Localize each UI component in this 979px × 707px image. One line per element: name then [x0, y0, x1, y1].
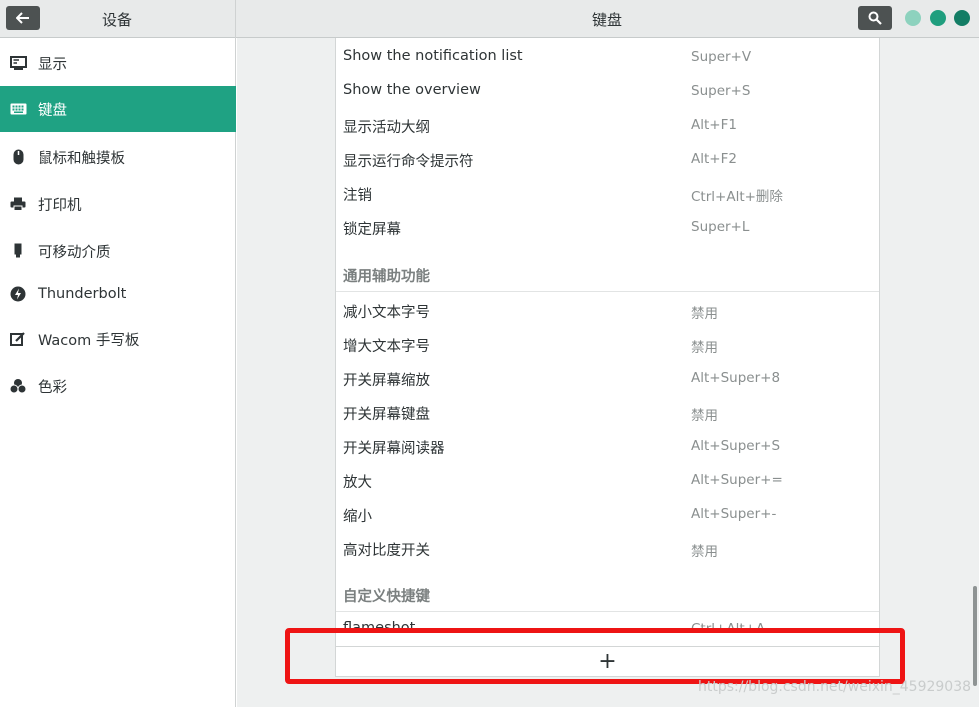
divider [336, 611, 879, 612]
main-content: Show the notification list Super+V Show … [237, 38, 979, 707]
display-icon [9, 54, 27, 72]
header-left: 设备 [0, 0, 236, 38]
shortcut-accel: 禁用 [691, 306, 718, 322]
shortcut-row[interactable]: 增大文本字号 禁用 [336, 327, 879, 361]
search-button[interactable] [858, 6, 892, 30]
shortcut-name: 缩小 [343, 509, 372, 525]
shortcut-row[interactable]: 显示运行命令提示符 Alt+F2 [336, 142, 879, 176]
printer-icon [9, 195, 27, 213]
sidebar-item-label: 鼠标和触摸板 [38, 150, 125, 167]
shortcut-name: 显示运行命令提示符 [343, 154, 474, 170]
shortcut-row[interactable]: 显示活动大纲 Alt+F1 [336, 108, 879, 142]
shortcut-name: 锁定屏幕 [343, 222, 401, 238]
shortcut-name: 显示活动大纲 [343, 120, 430, 136]
back-arrow-icon [16, 12, 29, 24]
divider [336, 291, 879, 292]
shortcut-name: 开关屏幕缩放 [343, 373, 430, 389]
sidebar-item-label: Wacom 手写板 [38, 332, 140, 349]
panel-title: 设备 [102, 11, 133, 29]
minimize-button[interactable] [905, 10, 921, 26]
section-title-accessibility: 通用辅助功能 [343, 269, 430, 285]
shortcut-row[interactable]: 开关屏幕阅读器 Alt+Super+S [336, 429, 879, 463]
highlight-box [285, 628, 905, 684]
sidebar-item-label: Thunderbolt [38, 286, 127, 302]
sidebar-item-mouse[interactable]: 鼠标和触摸板 [0, 134, 236, 180]
shortcut-name: 放大 [343, 475, 372, 491]
shortcut-accel: Ctrl+Alt+删除 [691, 189, 783, 205]
sidebar-item-label: 键盘 [38, 102, 67, 119]
sidebar-item-wacom[interactable]: Wacom 手写板 [0, 316, 236, 362]
shortcut-accel: 禁用 [691, 340, 718, 356]
shortcut-name: Show the overview [343, 82, 481, 98]
sidebar-item-thunderbolt[interactable]: Thunderbolt [0, 271, 236, 317]
shortcut-name: 注销 [343, 188, 372, 204]
keyboard-icon [9, 100, 27, 118]
shortcut-name: 增大文本字号 [343, 339, 430, 355]
shortcut-accel: Alt+Super+- [691, 506, 777, 522]
sidebar-item-color[interactable]: 色彩 [0, 363, 236, 409]
shortcut-accel: Alt+Super+= [691, 472, 783, 488]
tablet-icon [9, 330, 27, 348]
shortcut-name: 开关屏幕阅读器 [343, 441, 445, 457]
header-bar: 设备 键盘 [0, 0, 979, 38]
mouse-icon [9, 148, 27, 166]
shortcut-row[interactable]: 开关屏幕键盘 禁用 [336, 395, 879, 429]
thunderbolt-icon [9, 285, 27, 303]
shortcut-accel: 禁用 [691, 408, 718, 424]
back-button[interactable] [6, 6, 40, 30]
shortcut-row[interactable]: 注销 Ctrl+Alt+删除 [336, 176, 879, 210]
shortcut-row[interactable]: 锁定屏幕 Super+L [336, 210, 879, 244]
shortcut-accel: Alt+F2 [691, 151, 737, 167]
shortcut-name: 高对比度开关 [343, 543, 430, 559]
shortcut-accel: Alt+Super+S [691, 438, 781, 454]
sidebar-item-removable-media[interactable]: 可移动介质 [0, 228, 236, 274]
shortcut-accel: Super+L [691, 219, 750, 235]
maximize-button[interactable] [930, 10, 946, 26]
color-icon [9, 377, 27, 395]
close-button[interactable] [954, 10, 970, 26]
search-icon [868, 11, 882, 25]
shortcut-name: 减小文本字号 [343, 305, 430, 321]
shortcut-name: 开关屏幕键盘 [343, 407, 430, 423]
shortcut-row[interactable]: Show the notification list Super+V [336, 40, 879, 74]
shortcut-list[interactable]: Show the notification list Super+V Show … [335, 38, 880, 677]
usb-icon [9, 242, 27, 260]
shortcut-accel: Alt+F1 [691, 117, 737, 133]
sidebar: 显示 键盘 鼠标和触摸板 打印机 可移动介质 Thunderbolt Wacom… [0, 38, 236, 707]
shortcut-name: Show the notification list [343, 48, 523, 64]
sidebar-item-label: 色彩 [38, 379, 67, 396]
section-title-custom: 自定义快捷键 [343, 589, 430, 605]
sidebar-item-label: 可移动介质 [38, 244, 111, 261]
scrollbar[interactable] [973, 586, 977, 686]
shortcut-row[interactable]: 开关屏幕缩放 Alt+Super+8 [336, 361, 879, 395]
sidebar-item-keyboard[interactable]: 键盘 [0, 86, 236, 132]
shortcut-row[interactable]: Show the overview Super+S [336, 74, 879, 108]
shortcut-row[interactable]: 高对比度开关 禁用 [336, 531, 879, 565]
shortcut-accel: Super+S [691, 83, 751, 99]
shortcut-row[interactable]: 缩小 Alt+Super+- [336, 497, 879, 531]
shortcut-accel: Alt+Super+8 [691, 370, 781, 386]
shortcut-accel: 禁用 [691, 544, 718, 560]
shortcut-row[interactable]: 放大 Alt+Super+= [336, 463, 879, 497]
sidebar-item-printer[interactable]: 打印机 [0, 181, 236, 227]
page-title: 键盘 [592, 11, 623, 29]
watermark: https://blog.csdn.net/weixin_45929038 [698, 679, 972, 695]
sidebar-item-label: 打印机 [38, 197, 82, 214]
shortcut-row[interactable]: 减小文本字号 禁用 [336, 293, 879, 327]
sidebar-item-display[interactable]: 显示 [0, 40, 236, 86]
shortcut-accel: Super+V [691, 49, 752, 65]
sidebar-item-label: 显示 [38, 56, 67, 73]
